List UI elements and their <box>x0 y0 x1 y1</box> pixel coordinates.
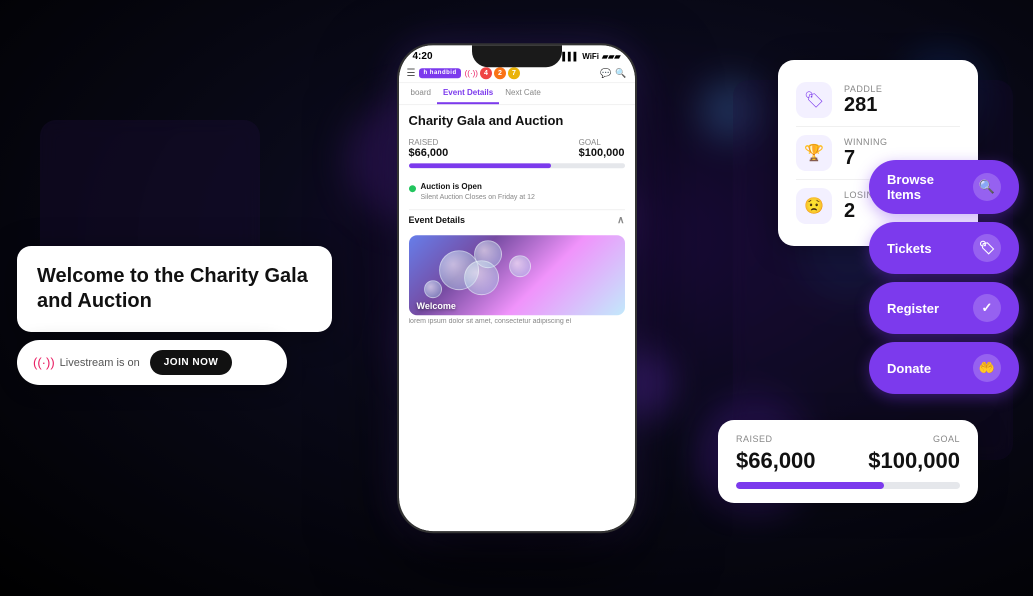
lorem-text: lorem ipsum dolor sit amet, consectetur … <box>409 318 625 325</box>
trophy-icon: 🏆 <box>796 135 832 171</box>
goal-section: GOAL $100,000 <box>579 138 625 159</box>
battery-icon: ▰▰▰ <box>602 52 620 61</box>
notification-badge-red: 4 <box>480 67 492 79</box>
welcome-card: Welcome to the Charity Gala and Auction <box>17 246 332 332</box>
raised-col-label: RAISED <box>736 434 773 444</box>
bubble <box>464 260 499 295</box>
goal-label: GOAL <box>579 138 625 147</box>
status-time: 4:20 <box>413 51 433 62</box>
register-label: Register <box>887 301 965 316</box>
notification-icons: ((·)) 4 2 7 <box>465 67 520 79</box>
phone: 4:20 ▌▌▌ WiFi ▰▰▰ ☰ h handbid ((·)) 4 2 … <box>397 43 637 533</box>
donate-label: Donate <box>887 361 965 376</box>
wifi-icon: WiFi <box>582 52 599 61</box>
tickets-button[interactable]: Tickets 🏷 <box>869 222 1019 274</box>
raised-label: RAISED <box>409 138 449 147</box>
welcome-label: Welcome <box>417 301 456 311</box>
raised-progress-track <box>736 482 960 489</box>
checkmark-icon: ✓ <box>973 294 1001 322</box>
raised-values: $66,000 $100,000 <box>736 448 960 474</box>
section-header: Event Details ∧ <box>409 209 625 231</box>
live-indicator-icon: ((·)) <box>465 69 478 78</box>
live-broadcast-icon: ((·)) <box>33 355 55 370</box>
phone-notch <box>472 45 562 67</box>
status-icons: ▌▌▌ WiFi ▰▰▰ <box>562 52 620 61</box>
winning-label: WINNING <box>844 137 888 147</box>
paddle-icon: 🏷 <box>796 82 832 118</box>
livestream-text: Livestream is on <box>60 357 140 369</box>
livestream-indicator: ((·)) Livestream is on <box>33 355 140 370</box>
event-image: Welcome <box>409 235 625 315</box>
goal-col-label: GOAL <box>933 434 960 444</box>
chevron-icon: ∧ <box>617 215 624 226</box>
tab-next-category[interactable]: Next Cate <box>499 83 547 104</box>
livestream-card: ((·)) Livestream is on JOIN NOW <box>17 340 287 385</box>
paddle-stat-row: 🏷 PADDLE 281 <box>796 74 960 127</box>
bubble <box>424 280 442 298</box>
auction-status: Auction is Open Silent Auction Closes on… <box>409 176 625 201</box>
phone-tabs: board Event Details Next Cate <box>399 83 635 105</box>
tickets-label: Tickets <box>887 241 965 256</box>
tab-event-details[interactable]: Event Details <box>437 83 499 104</box>
raised-amount-large: $66,000 <box>736 448 816 474</box>
green-dot-icon <box>409 185 416 192</box>
progress-fill <box>409 163 552 168</box>
join-now-button[interactable]: JOIN NOW <box>150 350 233 375</box>
signal-icon: ▌▌▌ <box>562 52 579 61</box>
raised-card: RAISED GOAL $66,000 $100,000 <box>718 420 978 503</box>
event-title: Charity Gala and Auction <box>409 113 625 130</box>
chat-icon[interactable]: 💬 <box>600 68 611 79</box>
welcome-card-title: Welcome to the Charity Gala and Auction <box>37 264 312 314</box>
paddle-label: PADDLE <box>844 84 882 94</box>
search-icon: 🔍 <box>973 173 1001 201</box>
raised-section: RAISED $66,000 <box>409 138 449 159</box>
action-buttons: Browse Items 🔍 Tickets 🏷 Register ✓ Dona… <box>869 160 1019 394</box>
paddle-value: 281 <box>844 94 882 116</box>
browse-items-button[interactable]: Browse Items 🔍 <box>869 160 1019 214</box>
section-title: Event Details <box>409 216 466 226</box>
browse-items-label: Browse Items <box>887 172 965 202</box>
tab-board[interactable]: board <box>405 83 437 104</box>
handbid-logo: h handbid <box>419 68 460 78</box>
notification-badge-yellow: 7 <box>508 67 520 79</box>
donate-icon: 🤲 <box>973 354 1001 382</box>
raised-amount: $66,000 <box>409 147 449 159</box>
paddle-info: PADDLE 281 <box>844 84 882 116</box>
phone-screen: 4:20 ▌▌▌ WiFi ▰▰▰ ☰ h handbid ((·)) 4 2 … <box>399 45 635 531</box>
goal-amount-large: $100,000 <box>868 448 960 474</box>
ticket-icon: 🏷 <box>973 234 1001 262</box>
hamburger-icon[interactable]: ☰ <box>407 68 416 79</box>
notification-badge-orange: 2 <box>494 67 506 79</box>
progress-track <box>409 163 625 168</box>
register-button[interactable]: Register ✓ <box>869 282 1019 334</box>
phone-content: Charity Gala and Auction RAISED $66,000 … <box>399 105 635 333</box>
search-icon[interactable]: 🔍 <box>615 68 626 79</box>
auction-status-text: Auction is Open Silent Auction Closes on… <box>421 176 535 201</box>
losing-icon: 😟 <box>796 188 832 224</box>
phone-wrapper: 4:20 ▌▌▌ WiFi ▰▰▰ ☰ h handbid ((·)) 4 2 … <box>397 43 637 533</box>
raised-progress-fill <box>736 482 884 489</box>
donate-button[interactable]: Donate 🤲 <box>869 342 1019 394</box>
bubble <box>509 255 531 277</box>
app-bar-actions: 💬 🔍 <box>600 68 626 79</box>
goal-amount: $100,000 <box>579 147 625 159</box>
fund-row: RAISED $66,000 GOAL $100,000 <box>409 138 625 159</box>
raised-header: RAISED GOAL <box>736 434 960 444</box>
